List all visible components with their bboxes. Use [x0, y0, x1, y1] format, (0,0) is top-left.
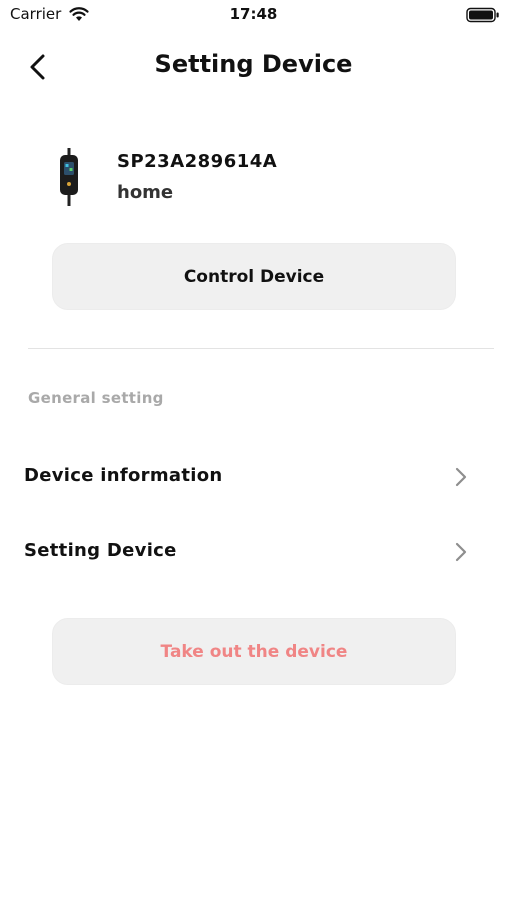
control-device-button[interactable]: Control Device: [52, 243, 456, 310]
section-header-general-setting: General setting: [28, 389, 164, 407]
chevron-right-icon: [455, 542, 467, 562]
menu-item-setting-device[interactable]: Setting Device: [0, 522, 507, 582]
device-serial: SP23A289614A: [117, 151, 278, 172]
menu-item-label: Setting Device: [24, 540, 177, 561]
chevron-right-icon: [455, 467, 467, 487]
nav-bar: Setting Device: [0, 40, 507, 90]
device-card: SP23A289614A home: [50, 140, 470, 220]
battery-icon: [466, 7, 499, 23]
page-title: Setting Device: [154, 50, 353, 78]
menu-item-label: Device information: [24, 465, 223, 486]
menu-item-device-information[interactable]: Device information: [0, 447, 507, 507]
take-out-device-button[interactable]: Take out the device: [52, 618, 456, 685]
ev-charger-icon: [60, 148, 78, 206]
status-bar: Carrier 17:48: [0, 0, 507, 32]
device-location: home: [117, 182, 174, 203]
status-time: 17:48: [229, 5, 278, 23]
divider: [28, 348, 494, 349]
